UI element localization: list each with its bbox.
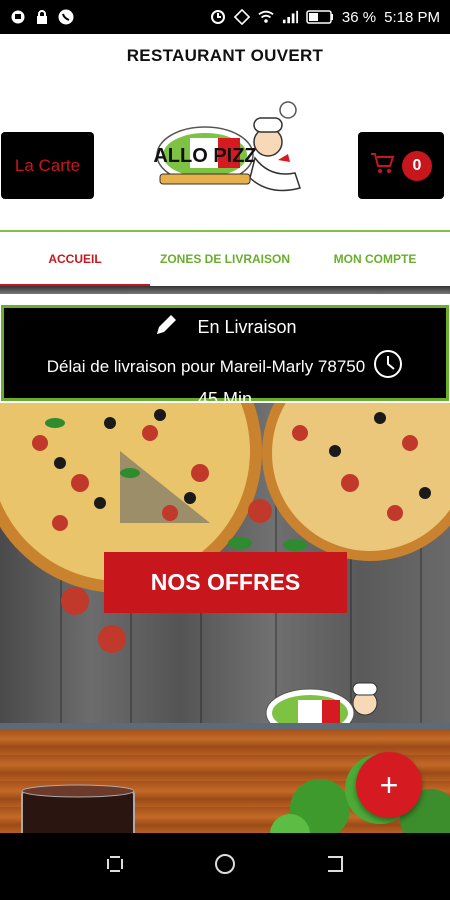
message-icon <box>10 9 26 25</box>
tabs-divider <box>0 286 450 294</box>
cart-button[interactable]: 0 <box>358 132 444 199</box>
add-fab-button[interactable]: + <box>356 752 422 818</box>
edit-pencil-icon[interactable] <box>153 312 179 343</box>
whatsapp-icon <box>58 9 74 25</box>
nav-tabs: ACCUEIL ZONES DE LIVRAISON MON COMPTE <box>0 230 450 288</box>
cart-icon <box>370 152 396 179</box>
clock-icon <box>373 349 403 384</box>
battery-icon <box>306 9 334 25</box>
nos-offres-button[interactable]: NOS OFFRES <box>104 552 347 613</box>
data-saver-icon <box>210 9 226 25</box>
system-nav-bar <box>0 833 450 900</box>
cart-count-badge: 0 <box>402 150 432 181</box>
wifi-icon <box>258 9 274 25</box>
watermark-logo <box>265 682 378 723</box>
tab-accueil[interactable]: ACCUEIL <box>0 232 150 288</box>
logo: ALLO PIZZ <box>150 100 305 208</box>
home-icon[interactable] <box>213 852 237 881</box>
battery-percent: 36 % <box>341 8 377 26</box>
app-screen: 36 % 5:18 PM RESTAURANT OUVERT La Carte … <box>0 0 450 900</box>
restaurant-status: RESTAURANT OUVERT <box>126 46 324 65</box>
status-bar: 36 % 5:18 PM <box>0 0 450 34</box>
signal-icon <box>282 9 298 25</box>
menu-button[interactable]: La Carte <box>1 132 94 199</box>
recent-apps-icon[interactable] <box>104 853 126 880</box>
delivery-delay-text: Délai de livraison pour Mareil-Marly 787… <box>46 356 366 376</box>
rotate-icon <box>233 9 250 25</box>
lock-icon <box>34 9 50 25</box>
logo-text-pizz: ALLO PIZZ <box>153 145 256 167</box>
clock: 5:18 PM <box>384 8 440 26</box>
tab-zones-de-livraison[interactable]: ZONES DE LIVRAISON <box>150 232 300 286</box>
tab-mon-compte[interactable]: MON COMPTE <box>300 232 450 286</box>
plus-icon: + <box>379 766 399 803</box>
back-icon[interactable] <box>324 853 346 880</box>
delivery-info-panel[interactable]: En Livraison Délai de livraison pour Mar… <box>1 305 449 409</box>
delivery-mode: En Livraison <box>197 317 297 337</box>
